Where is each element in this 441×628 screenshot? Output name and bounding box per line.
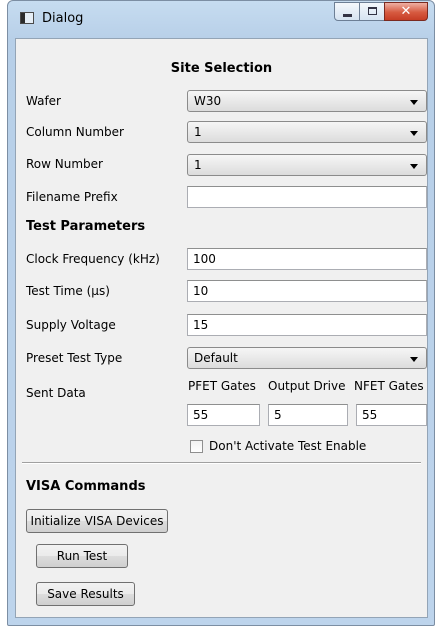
pfet-gates-label: PFET Gates	[188, 379, 256, 393]
close-button[interactable]: ✕	[384, 2, 428, 21]
chevron-down-icon	[410, 131, 418, 136]
nfet-gates-input[interactable]	[357, 405, 426, 425]
wafer-value: W30	[194, 94, 222, 108]
run-test-button[interactable]: Run Test	[36, 544, 128, 568]
maximize-button[interactable]	[359, 2, 385, 21]
filename-prefix-label: Filename Prefix	[26, 190, 118, 204]
chevron-down-icon	[410, 164, 418, 169]
nfet-gates-label: NFET Gates	[354, 379, 424, 393]
column-number-label: Column Number	[26, 125, 124, 139]
maximize-icon	[368, 7, 377, 15]
pfet-gates-input[interactable]	[188, 405, 259, 425]
initialize-visa-devices-button[interactable]: Initialize VISA Devices	[26, 509, 168, 533]
row-number-select[interactable]: 1	[187, 154, 427, 176]
window-title: Dialog	[42, 11, 84, 26]
filename-prefix-field[interactable]	[187, 186, 427, 208]
test-time-label: Test Time (µs)	[26, 284, 110, 298]
caption-buttons: ✕	[334, 2, 428, 24]
column-number-value: 1	[194, 125, 202, 139]
output-drive-input[interactable]	[269, 405, 347, 425]
dialog-window: Dialog ✕ Site Selection Wafer W30 Column…	[7, 0, 435, 626]
output-drive-label: Output Drive	[268, 379, 346, 393]
preset-test-type-value: Default	[194, 351, 238, 365]
chevron-down-icon	[410, 100, 418, 105]
preset-test-type-label: Preset Test Type	[26, 351, 123, 365]
nfet-gates-field[interactable]	[356, 404, 427, 426]
filename-prefix-input[interactable]	[188, 187, 426, 207]
visa-commands-heading: VISA Commands	[26, 479, 146, 494]
wafer-label: Wafer	[26, 94, 61, 108]
supply-voltage-input[interactable]	[188, 315, 426, 335]
close-icon: ✕	[400, 4, 412, 19]
section-divider	[22, 462, 421, 464]
column-number-select[interactable]: 1	[187, 121, 427, 143]
wafer-select[interactable]: W30	[187, 90, 427, 112]
clock-frequency-input[interactable]	[188, 249, 426, 269]
chevron-down-icon	[410, 357, 418, 362]
test-time-field[interactable]	[187, 280, 427, 302]
save-results-button[interactable]: Save Results	[36, 582, 135, 606]
supply-voltage-label: Supply Voltage	[26, 318, 116, 332]
test-time-input[interactable]	[188, 281, 426, 301]
title-bar[interactable]: Dialog ✕	[8, 1, 434, 38]
preset-test-type-select[interactable]: Default	[187, 347, 427, 369]
sent-data-label: Sent Data	[26, 386, 86, 400]
row-number-label: Row Number	[26, 157, 103, 171]
clock-frequency-field[interactable]	[187, 248, 427, 270]
site-selection-heading: Site Selection	[170, 61, 273, 76]
test-parameters-heading: Test Parameters	[26, 219, 146, 234]
output-drive-field[interactable]	[268, 404, 348, 426]
dialog-body: Site Selection Wafer W30 Column Number 1…	[15, 38, 428, 618]
app-window-icon	[20, 12, 34, 24]
minimize-button[interactable]	[334, 2, 360, 21]
row-number-value: 1	[194, 158, 202, 172]
dont-activate-test-enable-checkbox[interactable]	[190, 440, 203, 453]
minimize-icon	[343, 14, 352, 17]
dont-activate-test-enable-label[interactable]: Don't Activate Test Enable	[209, 439, 366, 453]
clock-frequency-label: Clock Frequency (kHz)	[26, 252, 160, 266]
supply-voltage-field[interactable]	[187, 314, 427, 336]
pfet-gates-field[interactable]	[187, 404, 260, 426]
